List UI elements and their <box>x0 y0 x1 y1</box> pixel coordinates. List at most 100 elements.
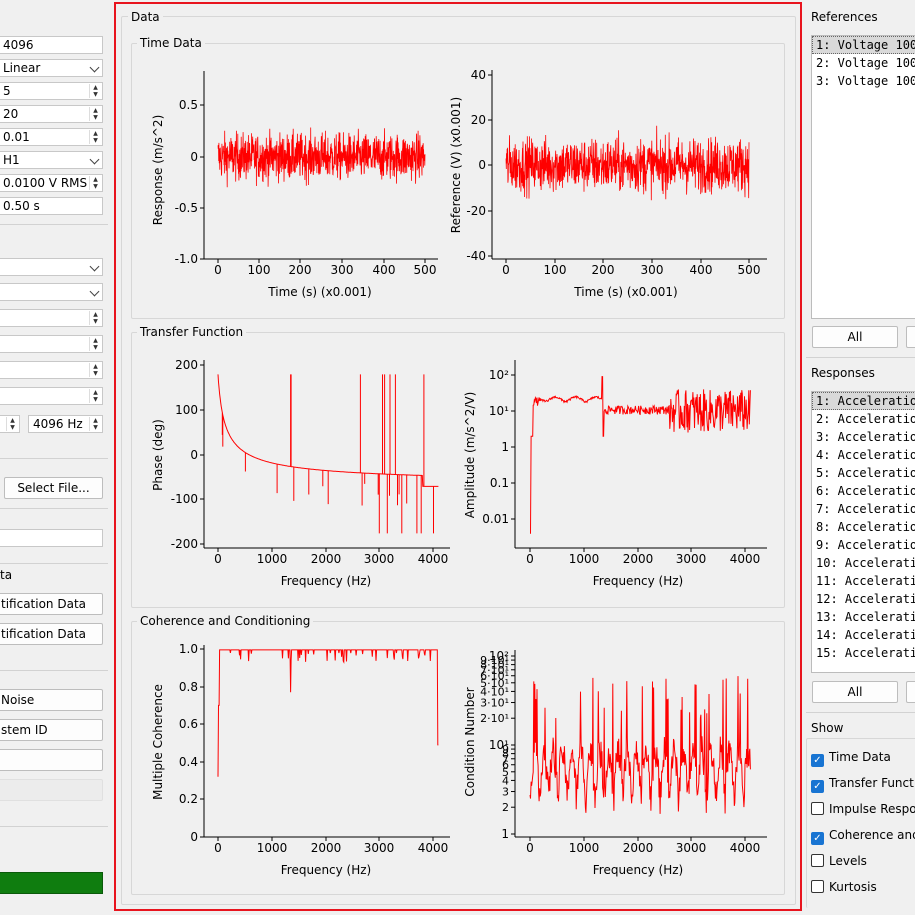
x-tick-label: 100 <box>544 263 567 277</box>
x-tick-label: 2000 <box>311 552 342 566</box>
y-tick-label: 200 <box>175 358 198 372</box>
y-tick-label: 20 <box>471 113 486 127</box>
checkbox-unchecked-icon[interactable] <box>811 854 824 867</box>
reference-trace <box>505 125 750 201</box>
list-item[interactable]: 10: Acceleration 2 <box>812 554 915 572</box>
list-item[interactable]: 1: Voltage 1001 Y <box>812 36 915 54</box>
y-ticks: 10² 10¹ 1 0.1 0.01 <box>482 368 515 526</box>
y-tick-label: -100 <box>171 492 198 506</box>
list-item[interactable]: 2: Acceleration 10 <box>812 410 915 428</box>
y-tick-label: 0 <box>190 448 198 462</box>
list-item[interactable]: 3: Acceleration 10 <box>812 428 915 446</box>
list-item[interactable]: 5: Acceleration 10 <box>812 464 915 482</box>
x-tick-label: 1000 <box>569 552 600 566</box>
show-checkbox-2[interactable]: Impulse Respor <box>811 800 915 818</box>
responses-all-button[interactable]: All <box>812 681 898 703</box>
y-tick-label: 0.2 <box>179 792 198 806</box>
x-tick-label: 3000 <box>364 552 395 566</box>
list-item[interactable]: 14: Acceleration 2 <box>812 626 915 644</box>
x-tick-label: 4000 <box>418 552 449 566</box>
x-tick-label: 400 <box>690 263 713 277</box>
list-item[interactable]: 11: Acceleration 2 <box>812 572 915 590</box>
condition-trace <box>529 676 751 814</box>
checkbox-checked-icon[interactable]: ✓ <box>811 754 824 767</box>
list-item[interactable]: 15: Acceleration 2 <box>812 644 915 662</box>
y-tick-label: -1.0 <box>175 252 198 266</box>
y-tick-label: 0.1 <box>490 476 509 490</box>
response-time-plot: 0 100 200 300 400 500 0.5 0 -0.5 -1.0 Ti… <box>151 71 438 299</box>
y-tick-label: 10² <box>489 368 509 382</box>
x-tick-label: 2000 <box>311 841 342 855</box>
show-checkbox-3[interactable]: ✓ Coherence and <box>811 826 915 845</box>
y-tick-label: 40 <box>471 68 486 82</box>
show-checkbox-0[interactable]: ✓ Time Data <box>811 748 891 767</box>
y-axis-label: Response (m/s^2) <box>151 115 165 225</box>
x-tick-label: 200 <box>289 263 312 277</box>
y-tick-label: 1.0 <box>179 642 198 656</box>
x-axis-label: Frequency (Hz) <box>593 574 684 588</box>
list-item[interactable]: 3: Voltage 1003 Y <box>812 72 915 90</box>
x-ticks: 0 100 200 300 400 500 <box>502 259 760 277</box>
checkbox-checked-icon[interactable]: ✓ <box>811 832 824 845</box>
responses-title: Responses <box>811 366 875 380</box>
y-ticks: 40 20 0 -20 -40 <box>466 68 492 263</box>
x-tick-label: 3000 <box>364 841 395 855</box>
x-tick-label: 1000 <box>257 552 288 566</box>
checkbox-label: Impulse Respor <box>829 802 915 816</box>
amplitude-trace <box>530 376 751 534</box>
list-item[interactable]: 6: Acceleration 10 <box>812 482 915 500</box>
list-item[interactable]: 7: Acceleration 20 <box>812 500 915 518</box>
x-tick-label: 2000 <box>623 841 654 855</box>
x-tick-label: 2000 <box>623 552 654 566</box>
phase-trace <box>217 374 439 534</box>
checkbox-unchecked-icon[interactable] <box>811 802 824 815</box>
checkbox-label: Levels <box>829 854 867 868</box>
y-tick-label: 0 <box>478 158 486 172</box>
y-tick-label: -200 <box>171 537 198 551</box>
amplitude-plot: 0 1000 2000 3000 4000 10² 10¹ 1 0.1 0.01… <box>463 360 767 588</box>
references-all-button[interactable]: All <box>812 326 898 348</box>
y-tick-label: 3 <box>502 786 509 799</box>
checkbox-checked-icon[interactable]: ✓ <box>811 780 824 793</box>
y-tick-label: 0.5 <box>179 98 198 112</box>
divider <box>806 357 915 358</box>
y-ticks: 10²9·10¹8·10¹7·10¹6·10¹5·10¹4·10¹3·10¹2·… <box>480 649 515 841</box>
list-item[interactable]: 13: Acceleration 2 <box>812 608 915 626</box>
checkbox-label: Coherence and <box>829 828 915 842</box>
show-checkbox-4[interactable]: Levels <box>811 852 867 870</box>
show-title: Show <box>811 721 844 735</box>
responses-list[interactable]: 1: Acceleration 10 2: Acceleration 10 3:… <box>811 391 915 673</box>
y-tick-label: 100 <box>175 403 198 417</box>
references-none-button[interactable] <box>906 326 915 348</box>
y-tick-label: 3·10¹ <box>480 697 509 710</box>
x-tick-label: 300 <box>331 263 354 277</box>
checkbox-unchecked-icon[interactable] <box>811 880 824 893</box>
x-tick-label: 3000 <box>676 841 707 855</box>
show-checkbox-5[interactable]: Kurtosis <box>811 878 877 896</box>
list-item[interactable]: 8: Acceleration 20 <box>812 518 915 536</box>
x-ticks: 0 1000 2000 3000 4000 <box>526 548 760 566</box>
show-checkbox-1[interactable]: ✓ Transfer Functi <box>811 774 915 793</box>
y-tick-label: 0.4 <box>179 755 198 769</box>
x-ticks: 0 100 200 300 400 500 <box>214 259 436 277</box>
list-item[interactable]: 1: Acceleration 10 <box>812 392 915 410</box>
x-axis-label: Frequency (Hz) <box>281 574 372 588</box>
list-item[interactable]: 2: Voltage 1002 Y <box>812 54 915 72</box>
list-item[interactable]: 9: Acceleration 20 <box>812 536 915 554</box>
y-axis-label: Phase (deg) <box>151 419 165 491</box>
list-item[interactable]: 4: Acceleration 10 <box>812 446 915 464</box>
y-tick-label: 0.6 <box>179 717 198 731</box>
x-tick-label: 1000 <box>569 841 600 855</box>
references-list[interactable]: 1: Voltage 1001 Y 2: Voltage 1002 Y 3: V… <box>811 35 915 319</box>
y-tick-label: 0 <box>190 150 198 164</box>
responses-none-button[interactable] <box>906 681 915 703</box>
y-tick-label: 2 <box>502 801 509 814</box>
list-item[interactable]: 12: Acceleration 2 <box>812 590 915 608</box>
x-axis-label: Time (s) (x0.001) <box>573 285 677 299</box>
y-tick-label: 2·10¹ <box>480 712 509 725</box>
x-tick-label: 0 <box>214 263 222 277</box>
y-tick-label: -20 <box>466 204 486 218</box>
x-axis-label: Frequency (Hz) <box>281 863 372 877</box>
y-tick-label: -0.5 <box>175 201 198 215</box>
x-tick-label: 300 <box>641 263 664 277</box>
